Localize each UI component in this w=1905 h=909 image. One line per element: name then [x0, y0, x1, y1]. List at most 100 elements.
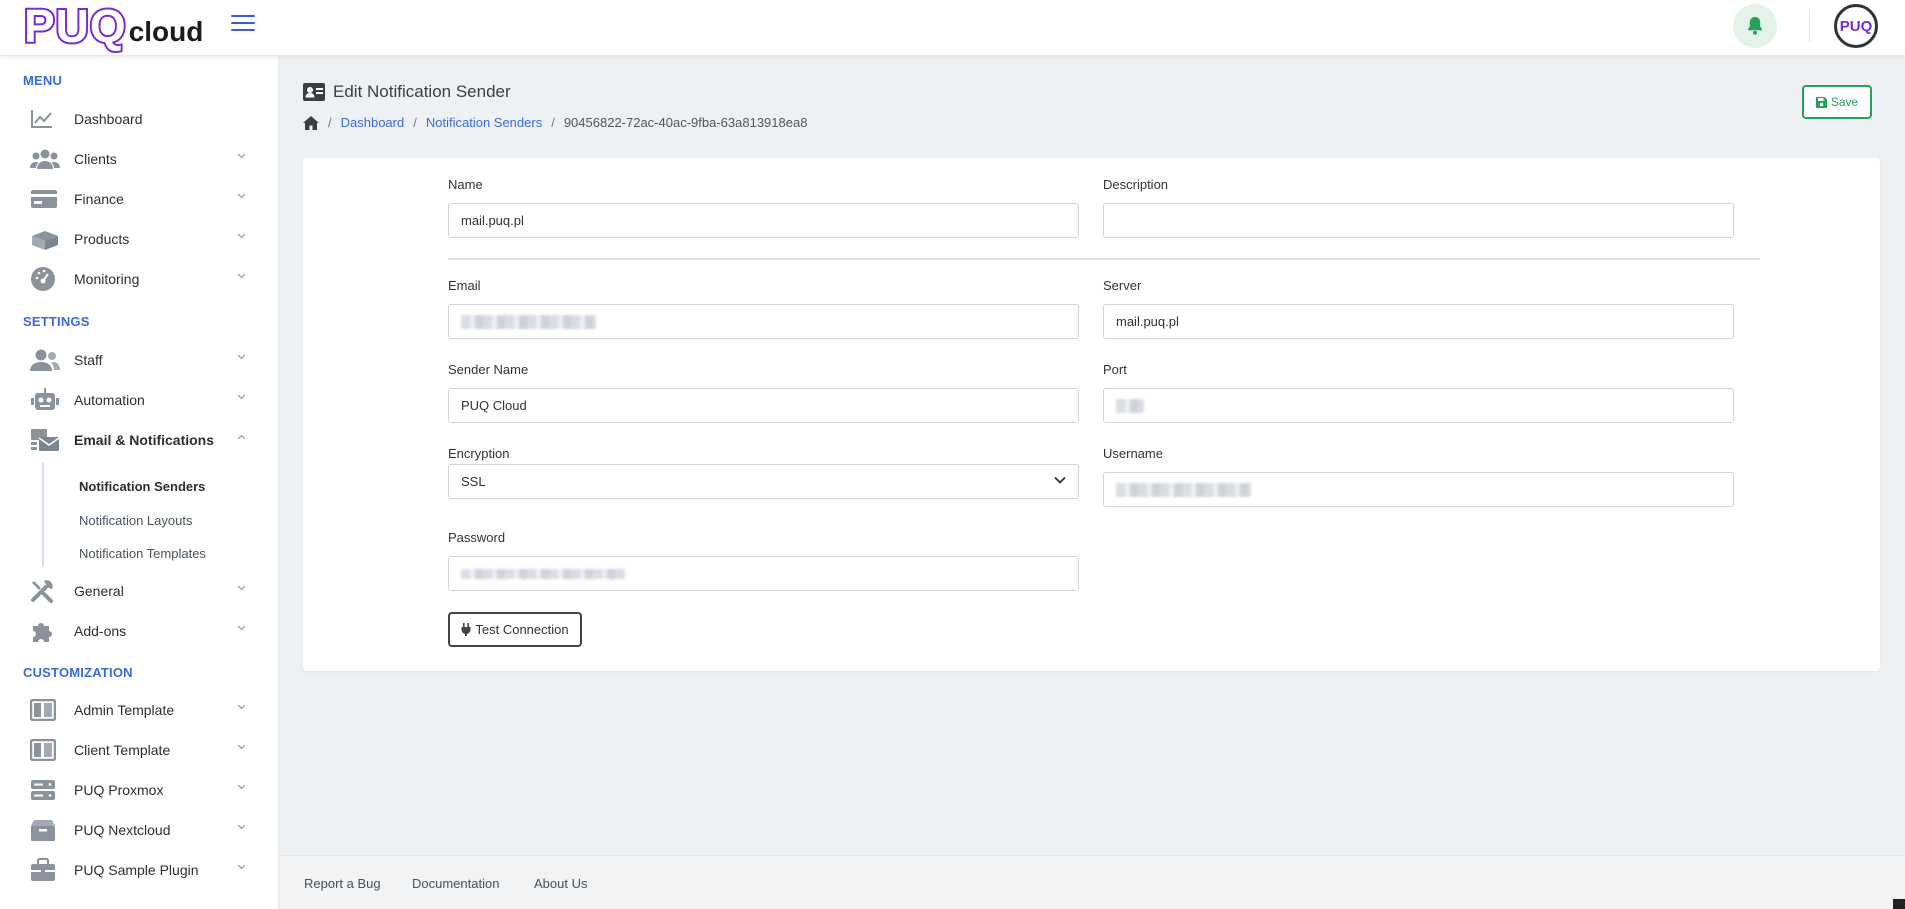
sidebar-item-label: Monitoring [74, 271, 140, 287]
username-input[interactable] [1103, 472, 1734, 507]
chevron-down-icon [237, 153, 246, 159]
footer: Report a Bug Documentation About Us [280, 855, 1905, 909]
sidebar-subitem-notification-layouts[interactable]: Notification Layouts [79, 513, 192, 528]
sidebar-item-client-template[interactable]: Client Template [24, 733, 254, 767]
puzzle-icon [30, 618, 62, 644]
header-divider [1809, 10, 1810, 42]
port-input[interactable] [1103, 388, 1734, 423]
section-title-customization: CUSTOMIZATION [23, 665, 133, 680]
page-title: Edit Notification Sender [333, 82, 511, 101]
email-input[interactable] [448, 304, 1079, 339]
submenu-guide-line [42, 463, 44, 567]
breadcrumb-dashboard[interactable]: Dashboard [341, 115, 405, 130]
save-button-label: Save [1830, 95, 1859, 109]
footer-link-about-us[interactable]: About Us [534, 876, 587, 891]
sidebar-item-general[interactable]: General [24, 574, 254, 608]
breadcrumb-separator: / [551, 115, 555, 130]
users-icon [30, 146, 62, 172]
logo-sub-text: cloud [128, 16, 204, 47]
home-icon[interactable] [303, 115, 319, 130]
footer-link-documentation[interactable]: Documentation [412, 876, 499, 891]
server-input[interactable]: mail.puq.pl [1103, 304, 1734, 339]
mail-bulk-icon [30, 427, 62, 453]
top-bar: PUQ cloud PUQ [0, 0, 1905, 56]
corner-marker [1893, 899, 1905, 909]
avatar-text: PUQ [1839, 17, 1873, 35]
sender-name-input[interactable]: PUQ Cloud [448, 388, 1079, 423]
chevron-down-icon [237, 354, 246, 360]
credit-card-icon [30, 186, 62, 212]
password-input[interactable] [448, 556, 1079, 591]
tools-icon [30, 578, 62, 604]
chevron-down-icon [1054, 476, 1066, 484]
save-button[interactable]: Save [1802, 85, 1872, 119]
chevron-down-icon [237, 193, 246, 199]
redacted-value [461, 568, 626, 579]
chevron-down-icon [237, 824, 246, 830]
test-connection-label: Test Connection [475, 622, 569, 637]
chevron-down-icon [237, 704, 246, 710]
breadcrumb-notification-senders[interactable]: Notification Senders [426, 115, 542, 130]
bell-icon [1748, 17, 1762, 35]
chevron-up-icon [237, 434, 246, 440]
sidebar-item-label: PUQ Nextcloud [74, 822, 171, 838]
sidebar-item-label: PUQ Proxmox [74, 782, 164, 798]
sidebar-item-label: Products [74, 231, 130, 247]
plug-icon [461, 623, 471, 636]
description-textarea[interactable] [1103, 203, 1734, 238]
encryption-select[interactable]: SSL [448, 464, 1079, 499]
redacted-value [1116, 482, 1251, 497]
sidebar-item-staff[interactable]: Staff [24, 343, 254, 377]
brand-logo[interactable]: PUQ cloud [22, 0, 204, 52]
layout-icon [30, 697, 62, 723]
redacted-value [1116, 398, 1144, 413]
sidebar-item-puq-nextcloud[interactable]: PUQ Nextcloud [24, 813, 254, 847]
description-label: Description [1103, 177, 1169, 192]
sidebar-item-dashboard[interactable]: Dashboard [24, 102, 254, 136]
server-icon [30, 777, 62, 803]
gauge-icon [30, 266, 62, 292]
chevron-down-icon [237, 864, 246, 870]
user-avatar[interactable]: PUQ [1834, 4, 1878, 48]
sender-name-label: Sender Name [448, 362, 529, 377]
sidebar-item-email-notifications[interactable]: Email & Notifications [24, 423, 254, 457]
notifications-button[interactable] [1733, 4, 1777, 48]
sidebar-item-label: General [74, 583, 124, 599]
boxes-icon [30, 226, 62, 252]
encryption-label: Encryption [448, 446, 510, 461]
briefcase-icon [30, 857, 62, 883]
breadcrumb-separator: / [328, 115, 332, 130]
page-header: Edit Notification Sender [303, 82, 511, 102]
sidebar-item-products[interactable]: Products [24, 222, 254, 256]
encryption-selected-value: SSL [461, 474, 486, 489]
sidebar-item-admin-template[interactable]: Admin Template [24, 693, 254, 727]
sidebar-item-label: Finance [74, 191, 124, 207]
sidebar-item-label: Email & Notifications [74, 432, 215, 448]
logo-main-text: PUQ [22, 0, 128, 52]
sidebar-item-puq-proxmox[interactable]: PUQ Proxmox [24, 773, 254, 807]
chart-line-icon [30, 106, 62, 132]
section-title-settings: SETTINGS [23, 314, 90, 329]
sidebar-subitem-notification-templates[interactable]: Notification Templates [79, 546, 206, 561]
sidebar-item-finance[interactable]: Finance [24, 182, 254, 216]
sidebar-item-label: Add-ons [74, 623, 127, 639]
name-input[interactable]: mail.puq.pl [448, 203, 1079, 238]
sidebar-subitem-notification-senders[interactable]: Notification Senders [79, 479, 205, 494]
sidebar-item-clients[interactable]: Clients [24, 142, 254, 176]
breadcrumb-current-id: 90456822-72ac-40ac-9fba-63a813918ea8 [563, 115, 808, 130]
sidebar-item-label: Staff [74, 352, 103, 368]
menu-toggle-icon[interactable] [231, 15, 255, 33]
sidebar-item-puq-sample-plugin[interactable]: PUQ Sample Plugin [24, 853, 254, 887]
sidebar-item-automation[interactable]: Automation [24, 383, 254, 417]
layout-icon [30, 737, 62, 763]
user-group-icon [30, 347, 62, 373]
sidebar-item-add-ons[interactable]: Add-ons [24, 614, 254, 648]
footer-link-report-bug[interactable]: Report a Bug [304, 876, 381, 891]
breadcrumb-separator: / [413, 115, 417, 130]
sidebar-item-monitoring[interactable]: Monitoring [24, 262, 254, 296]
chevron-down-icon [237, 273, 246, 279]
username-label: Username [1103, 446, 1163, 461]
sidebar-item-label: Automation [74, 392, 145, 408]
test-connection-button[interactable]: Test Connection [448, 612, 582, 647]
sidebar-item-label: Client Template [74, 742, 171, 758]
